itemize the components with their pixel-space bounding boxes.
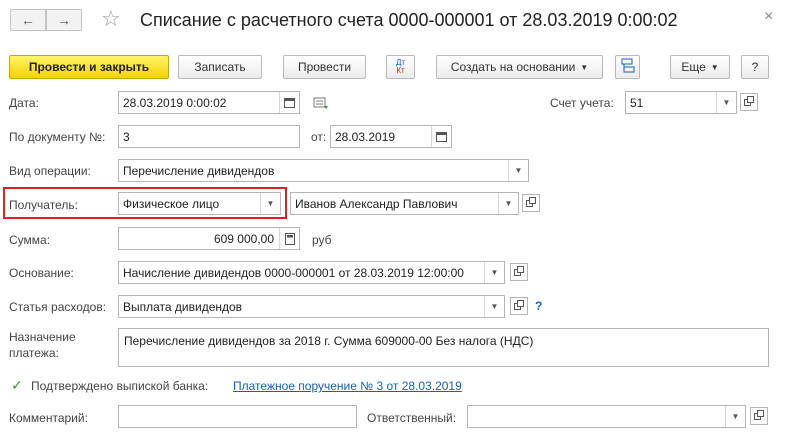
- open-basis-button[interactable]: [510, 263, 528, 281]
- page-title: Списание с расчетного счета 0000-000001 …: [140, 10, 678, 30]
- recipient-field[interactable]: Иванов Александр Павлович ▼: [290, 192, 519, 215]
- account-label: Счет учета:: [550, 96, 614, 110]
- open-account-button[interactable]: [740, 93, 758, 111]
- amount-field[interactable]: 609 000,00: [118, 227, 300, 250]
- checkmark-icon[interactable]: ✓: [11, 377, 23, 394]
- open-icon: [754, 409, 764, 423]
- post-and-close-button[interactable]: Провести и закрыть: [9, 55, 169, 79]
- date-field[interactable]: 28.03.2019 0:00:02: [118, 91, 300, 114]
- purpose-textarea[interactable]: Перечисление дивидендов за 2018 г. Сумма…: [118, 328, 769, 367]
- chevron-down-icon[interactable]: ▼: [484, 262, 504, 283]
- responsible-label: Ответственный:: [367, 411, 457, 425]
- comment-label: Комментарий:: [9, 411, 88, 425]
- calendar-icon[interactable]: [279, 92, 299, 113]
- doc-number-field[interactable]: 3: [118, 125, 300, 148]
- create-based-on-button[interactable]: Создать на основании ▼: [436, 55, 603, 79]
- payment-order-link[interactable]: Платежное поручение № 3 от 28.03.2019: [233, 379, 462, 393]
- open-expense-button[interactable]: [510, 297, 528, 315]
- operation-label: Вид операции:: [9, 164, 91, 178]
- recipient-label: Получатель:: [9, 198, 78, 212]
- open-icon: [514, 299, 524, 313]
- help-button[interactable]: ?: [741, 55, 769, 79]
- arrow-left-icon: ←: [21, 12, 35, 28]
- chevron-down-icon[interactable]: ▼: [260, 193, 280, 214]
- recipient-type-field[interactable]: Физическое лицо ▼: [118, 192, 281, 215]
- doc-date-field[interactable]: 28.03.2019: [330, 125, 452, 148]
- chevron-down-icon: ▼: [710, 62, 719, 72]
- doc-number-label: По документу №:: [9, 130, 106, 144]
- back-button[interactable]: ←: [10, 9, 46, 31]
- account-field[interactable]: 51 ▼: [625, 91, 737, 114]
- bank-confirmed-label: Подтверждено выпиской банка:: [31, 379, 209, 393]
- star-icon[interactable]: ☆: [101, 6, 121, 32]
- operation-field[interactable]: Перечисление дивидендов ▼: [118, 159, 529, 182]
- dt-kt-button[interactable]: Дт Кт: [386, 55, 415, 79]
- open-icon: [744, 95, 754, 109]
- expense-field[interactable]: Выплата дивидендов ▼: [118, 295, 505, 318]
- close-icon[interactable]: ×: [764, 8, 773, 26]
- amount-label: Сумма:: [9, 233, 51, 247]
- save-button[interactable]: Записать: [178, 55, 262, 79]
- chevron-down-icon: ▼: [580, 62, 589, 72]
- more-button[interactable]: Еще ▼: [670, 55, 730, 79]
- calendar-icon[interactable]: [431, 126, 451, 147]
- expense-label: Статья расходов:: [9, 300, 107, 314]
- structure-button[interactable]: [615, 55, 640, 79]
- open-responsible-button[interactable]: [750, 407, 768, 425]
- basis-field[interactable]: Начисление дивидендов 0000-000001 от 28.…: [118, 261, 505, 284]
- post-button[interactable]: Провести: [283, 55, 366, 79]
- comment-field[interactable]: [118, 405, 357, 428]
- date-label: Дата:: [9, 96, 39, 110]
- chevron-down-icon[interactable]: ▼: [498, 193, 518, 214]
- expense-help-icon[interactable]: ?: [535, 299, 542, 313]
- structure-icon: [620, 58, 636, 77]
- currency-label: руб: [312, 233, 332, 247]
- purpose-label: Назначение платежа:: [9, 330, 76, 360]
- chevron-down-icon[interactable]: ▼: [725, 406, 745, 427]
- arrow-right-icon: →: [57, 12, 71, 28]
- forward-button[interactable]: →: [46, 9, 82, 31]
- open-icon: [526, 196, 536, 210]
- chevron-down-icon[interactable]: ▼: [716, 92, 736, 113]
- dt-kt-icon: Дт Кт: [395, 58, 406, 75]
- basis-label: Основание:: [9, 266, 74, 280]
- open-icon: [514, 265, 524, 279]
- responsible-field[interactable]: ▼: [467, 405, 746, 428]
- doc-date-label: от:: [311, 130, 327, 144]
- document-refresh-icon[interactable]: [313, 96, 329, 113]
- chevron-down-icon[interactable]: ▼: [508, 160, 528, 181]
- chevron-down-icon[interactable]: ▼: [484, 296, 504, 317]
- open-recipient-button[interactable]: [522, 194, 540, 212]
- calculator-icon[interactable]: [279, 228, 299, 249]
